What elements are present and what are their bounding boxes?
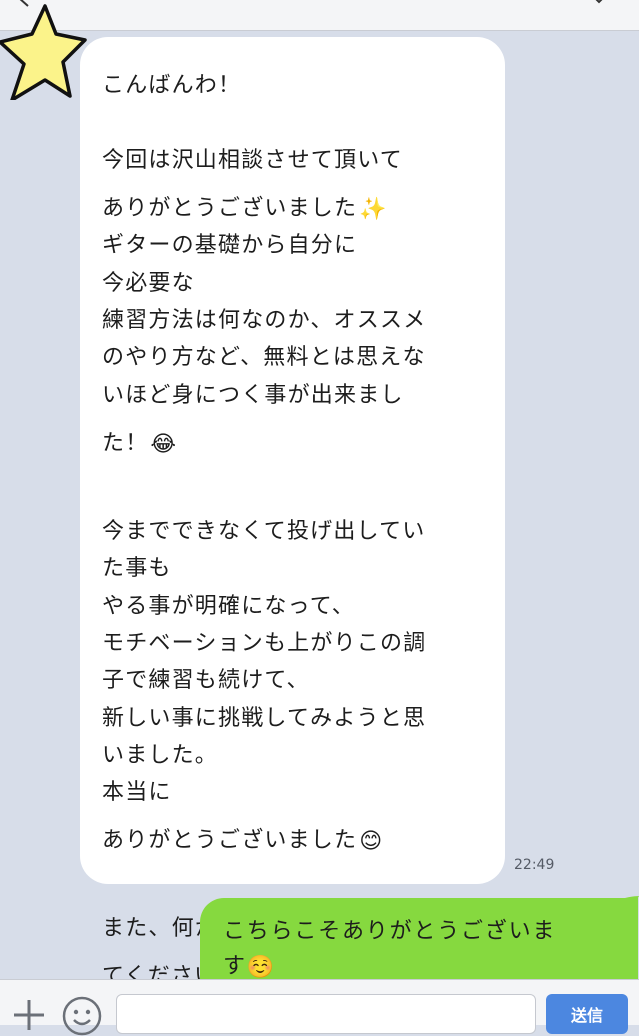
message-line: す ☺️ [223, 954, 277, 980]
star-icon[interactable] [0, 4, 90, 100]
message-line: こんばんわ！ [102, 73, 242, 98]
smiley-icon[interactable] [62, 996, 102, 1036]
chevron-down-icon[interactable] [589, 0, 609, 8]
message-line: 今回は沢山相談させて頂いて [102, 147, 403, 173]
message-line: こちらこそありがとうございま [223, 919, 557, 944]
incoming-message-bubble: こんばんわ！ 今回は沢山相談させて頂いて ありがとうございました ✨ ギターの基礎… [80, 37, 505, 990]
relieved-smile-emoji: ☺️ [246, 955, 277, 980]
message-line: ありがとうございました ✨ [102, 195, 388, 222]
message-line: 練習方法は何なのか、オススメ [102, 307, 427, 333]
message-line: た！ 😂 [102, 430, 178, 457]
message-line [102, 459, 505, 499]
chat-header [0, 0, 639, 31]
message-line: 今までできなくて投げ出してい [102, 518, 426, 544]
laughing-emoji: 😂 [150, 431, 178, 457]
message-input[interactable] [116, 994, 536, 1034]
smiling-emoji: 😊 [359, 829, 384, 855]
message-line: モチベーションも上がりこの調 [102, 630, 427, 656]
message-line: いました。 [102, 743, 219, 769]
message-line [102, 101, 505, 138]
message-line: 今必要な [102, 270, 195, 296]
message-line: 新しい事に挑戦してみようと思 [102, 705, 427, 731]
message-line: やる事が明確になって、 [102, 593, 356, 619]
incoming-message-text: こんばんわ！ 今回は沢山相談させて頂いて ありがとうございました ✨ ギターの基礎… [102, 53, 505, 992]
message-line [102, 856, 505, 896]
message-line: いほど身につく事が出来まし [102, 382, 404, 408]
send-button[interactable]: 送信 [546, 994, 628, 1034]
message-line: 子で練習も続けて、 [102, 668, 310, 694]
plus-icon[interactable] [12, 998, 46, 1032]
message-line: た事も [102, 556, 172, 582]
message-input-bar: 送信 [0, 979, 639, 1036]
message-line: ありがとうございました 😊 [102, 828, 384, 855]
message-line: 本当に [102, 780, 172, 806]
sparkles-emoji: ✨ [359, 196, 388, 222]
bubble-tail [625, 896, 639, 918]
message-line: のやり方など、無料とは思えな [102, 345, 426, 371]
message-timestamp: 22:49 [514, 857, 555, 873]
message-line: ギターの基礎から自分に [102, 233, 358, 259]
